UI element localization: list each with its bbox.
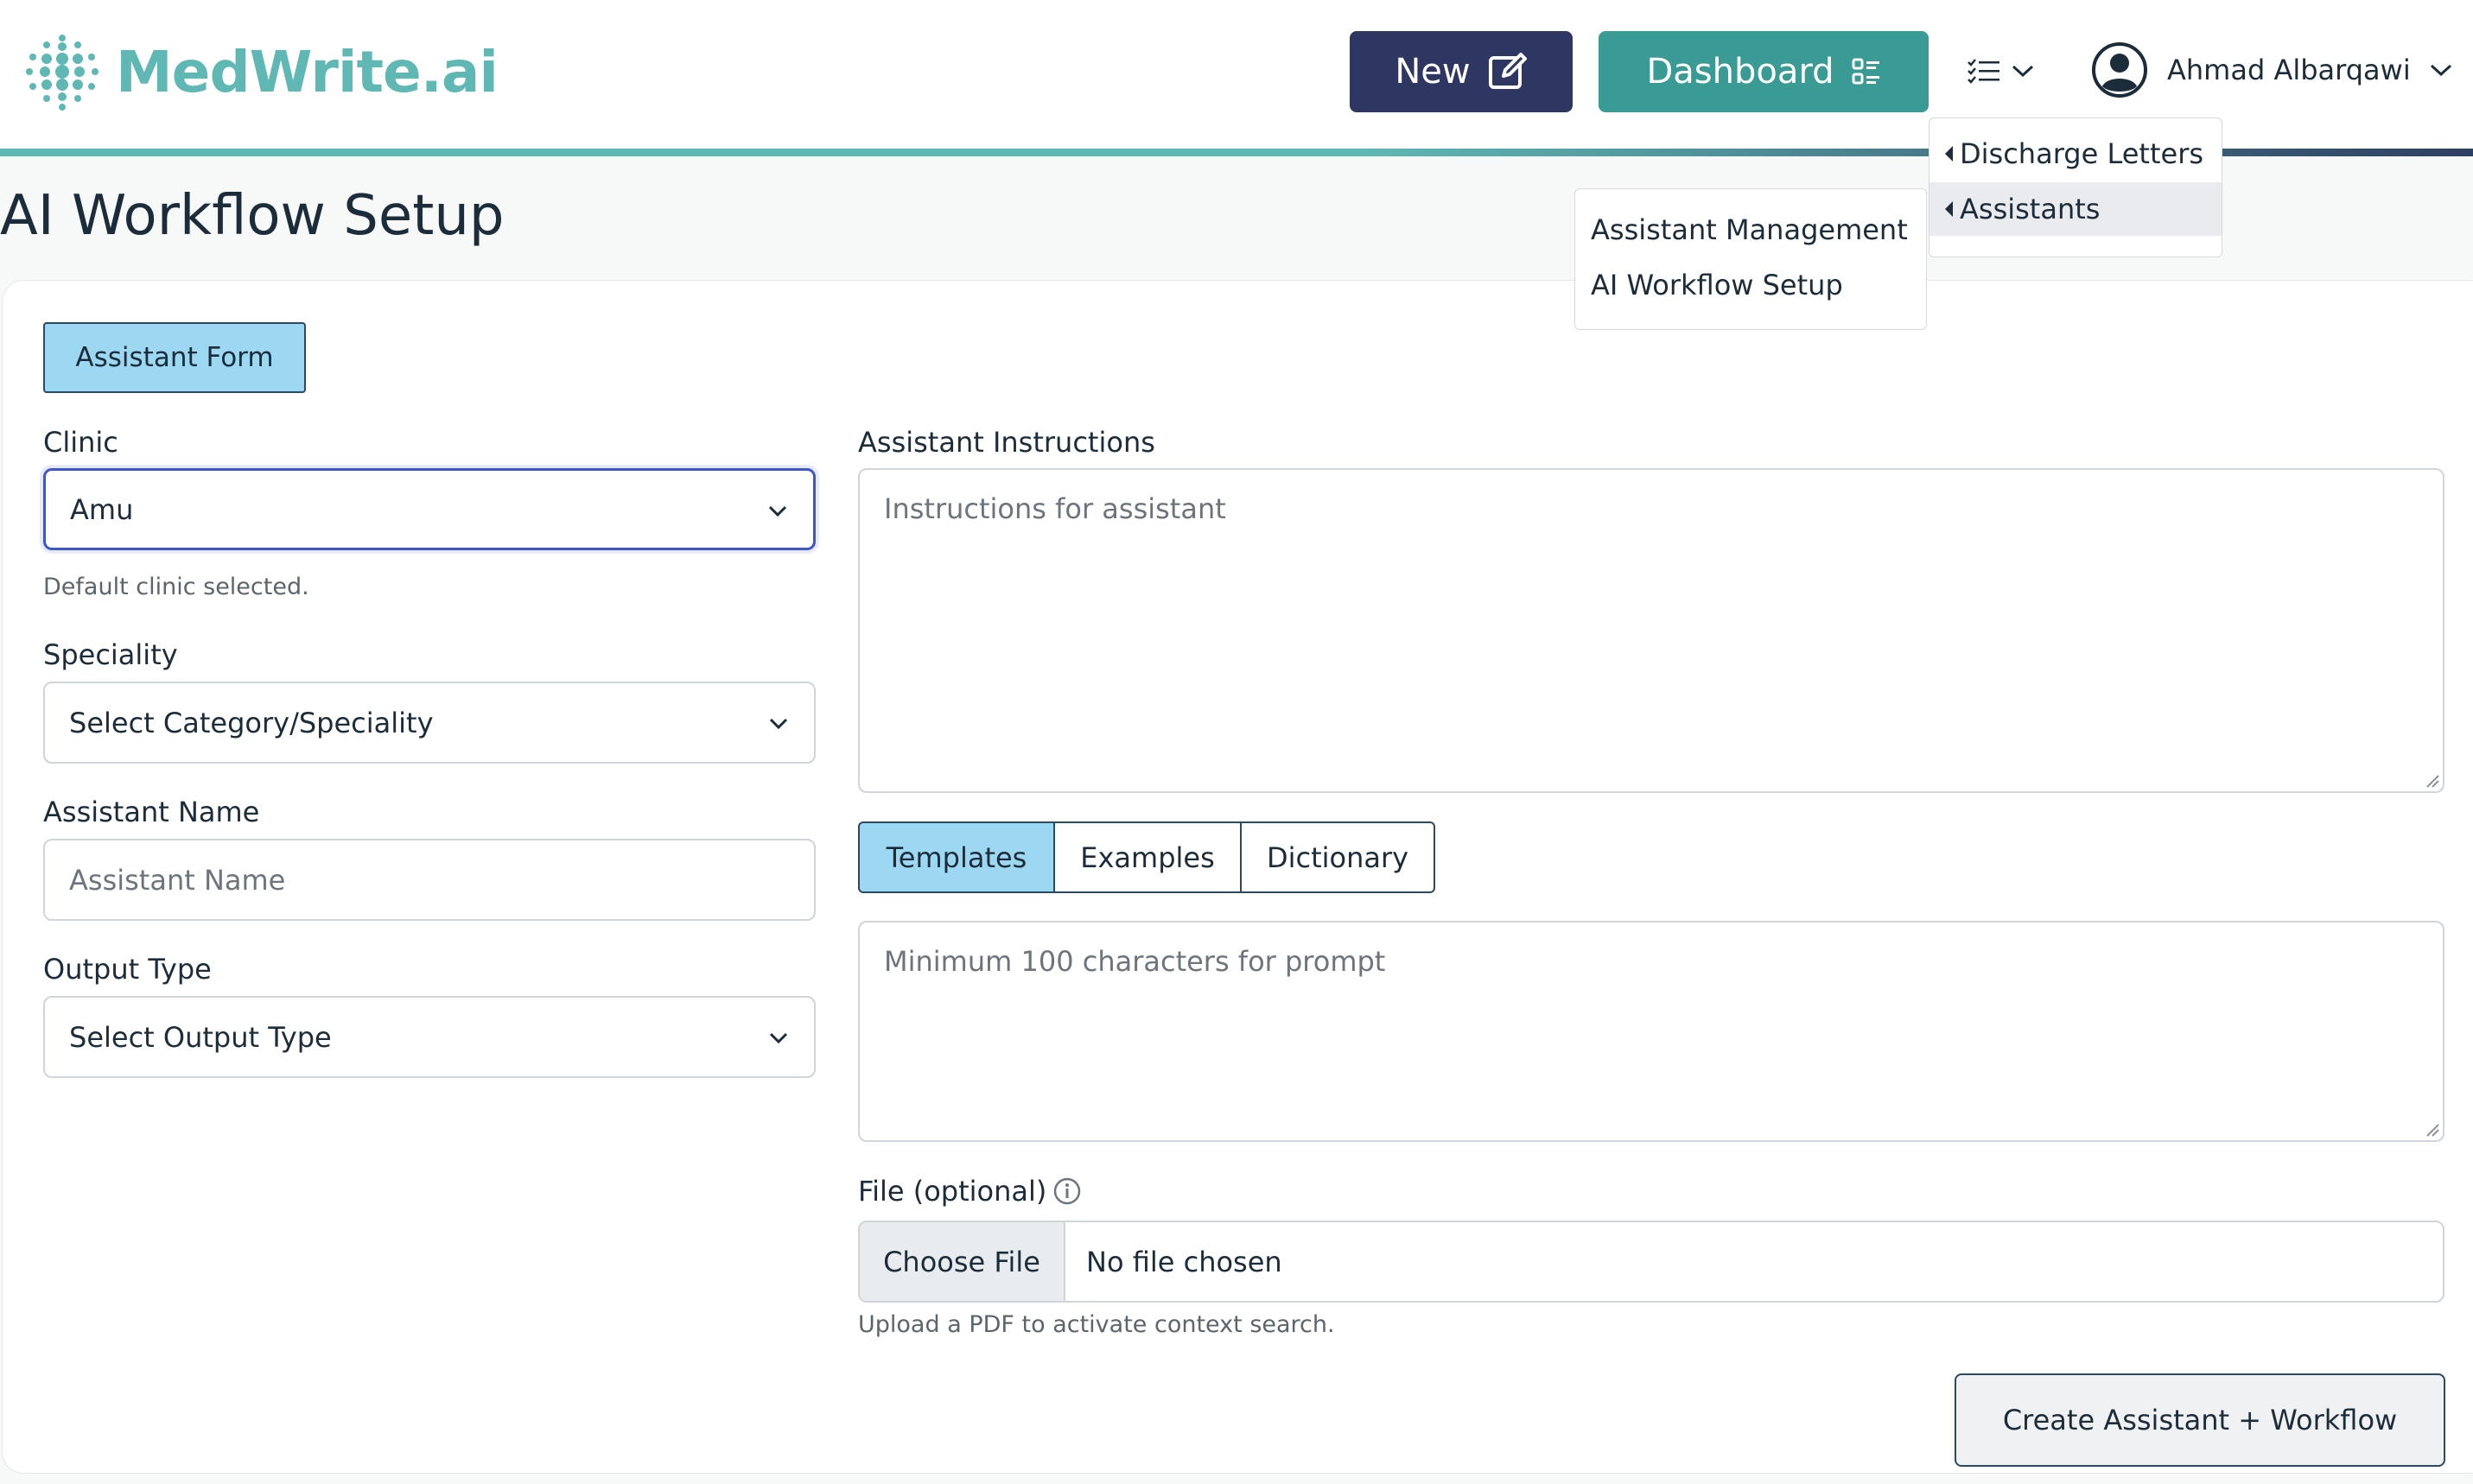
- output-type-label: Output Type: [43, 953, 212, 986]
- prompt-tabs: Templates Examples Dictionary: [858, 821, 1435, 893]
- caret-left-icon: [1945, 201, 1953, 217]
- logo-icon: [26, 35, 99, 111]
- user-name: Ahmad Albarqawi: [2167, 54, 2411, 86]
- speciality-select[interactable]: Select Category/Speciality: [43, 682, 816, 764]
- clinic-select-value: Amu: [70, 492, 134, 526]
- chevron-down-icon: [768, 505, 787, 517]
- edit-icon: [1488, 53, 1527, 89]
- output-type-select-value: Select Output Type: [69, 1020, 332, 1054]
- submenu-item-assistant-management[interactable]: Assistant Management: [1575, 203, 1926, 257]
- assistant-form-tab[interactable]: Assistant Form: [43, 322, 306, 393]
- dashboard-icon: [1852, 58, 1879, 85]
- file-help-text: Upload a PDF to activate context search.: [858, 1311, 1335, 1338]
- tab-examples[interactable]: Examples: [1053, 821, 1242, 893]
- chevron-down-icon: [769, 718, 788, 730]
- prompt-textarea[interactable]: Minimum 100 characters for prompt: [858, 921, 2444, 1142]
- speciality-select-value: Select Category/Speciality: [69, 706, 434, 739]
- nav-dropdown-menu: Discharge Letters Assistants: [1929, 117, 2222, 257]
- dashboard-button[interactable]: Dashboard: [1599, 31, 1929, 112]
- dashboard-button-label: Dashboard: [1646, 52, 1834, 92]
- assistants-submenu: Assistant Management AI Workflow Setup: [1574, 188, 1927, 330]
- output-type-select[interactable]: Select Output Type: [43, 996, 816, 1078]
- instructions-label: Assistant Instructions: [858, 426, 1155, 459]
- instructions-textarea[interactable]: Instructions for assistant: [858, 468, 2444, 793]
- info-icon[interactable]: [1052, 1176, 1082, 1206]
- tab-dictionary[interactable]: Dictionary: [1240, 821, 1435, 893]
- assistant-name-input[interactable]: Assistant Name: [43, 839, 816, 921]
- menu-item-label: Assistants: [1960, 193, 2101, 225]
- clinic-select[interactable]: Amu: [43, 468, 816, 550]
- new-button[interactable]: New: [1350, 31, 1573, 112]
- choose-file-button[interactable]: Choose File: [860, 1222, 1065, 1301]
- menu-toggle[interactable]: [1967, 52, 2039, 90]
- file-label: File (optional): [858, 1175, 1047, 1208]
- caret-left-icon: [1945, 146, 1953, 162]
- file-input[interactable]: Choose File No file chosen: [858, 1221, 2444, 1303]
- user-menu[interactable]: Ahmad Albarqawi: [2091, 41, 2452, 98]
- menu-item-label: Discharge Letters: [1960, 137, 2204, 170]
- avatar-icon: [2092, 42, 2147, 98]
- new-button-label: New: [1395, 52, 1471, 92]
- clinic-help-text: Default clinic selected.: [43, 574, 309, 600]
- tab-templates[interactable]: Templates: [858, 821, 1055, 893]
- assistant-name-label: Assistant Name: [43, 796, 260, 828]
- instructions-placeholder: Instructions for assistant: [884, 492, 1226, 525]
- chevron-down-icon: [2430, 64, 2451, 77]
- prompt-placeholder: Minimum 100 characters for prompt: [884, 945, 1386, 978]
- list-icon: [1968, 59, 1999, 84]
- chevron-down-icon: [769, 1032, 788, 1044]
- speciality-label: Speciality: [43, 638, 178, 671]
- submenu-item-ai-workflow-setup[interactable]: AI Workflow Setup: [1575, 258, 1926, 312]
- menu-item-discharge-letters[interactable]: Discharge Letters: [1929, 127, 2222, 181]
- app-logo-text: MedWrite.ai: [116, 39, 499, 105]
- create-assistant-workflow-button[interactable]: Create Assistant + Workflow: [1955, 1373, 2445, 1467]
- menu-item-assistants[interactable]: Assistants: [1929, 182, 2222, 236]
- chevron-down-icon: [2012, 65, 2034, 78]
- file-status: No file chosen: [1086, 1245, 1282, 1278]
- resize-handle-icon[interactable]: [2424, 772, 2439, 788]
- page-title: AI Workflow Setup: [0, 184, 505, 248]
- resize-handle-icon[interactable]: [2424, 1121, 2439, 1137]
- clinic-label: Clinic: [43, 426, 118, 459]
